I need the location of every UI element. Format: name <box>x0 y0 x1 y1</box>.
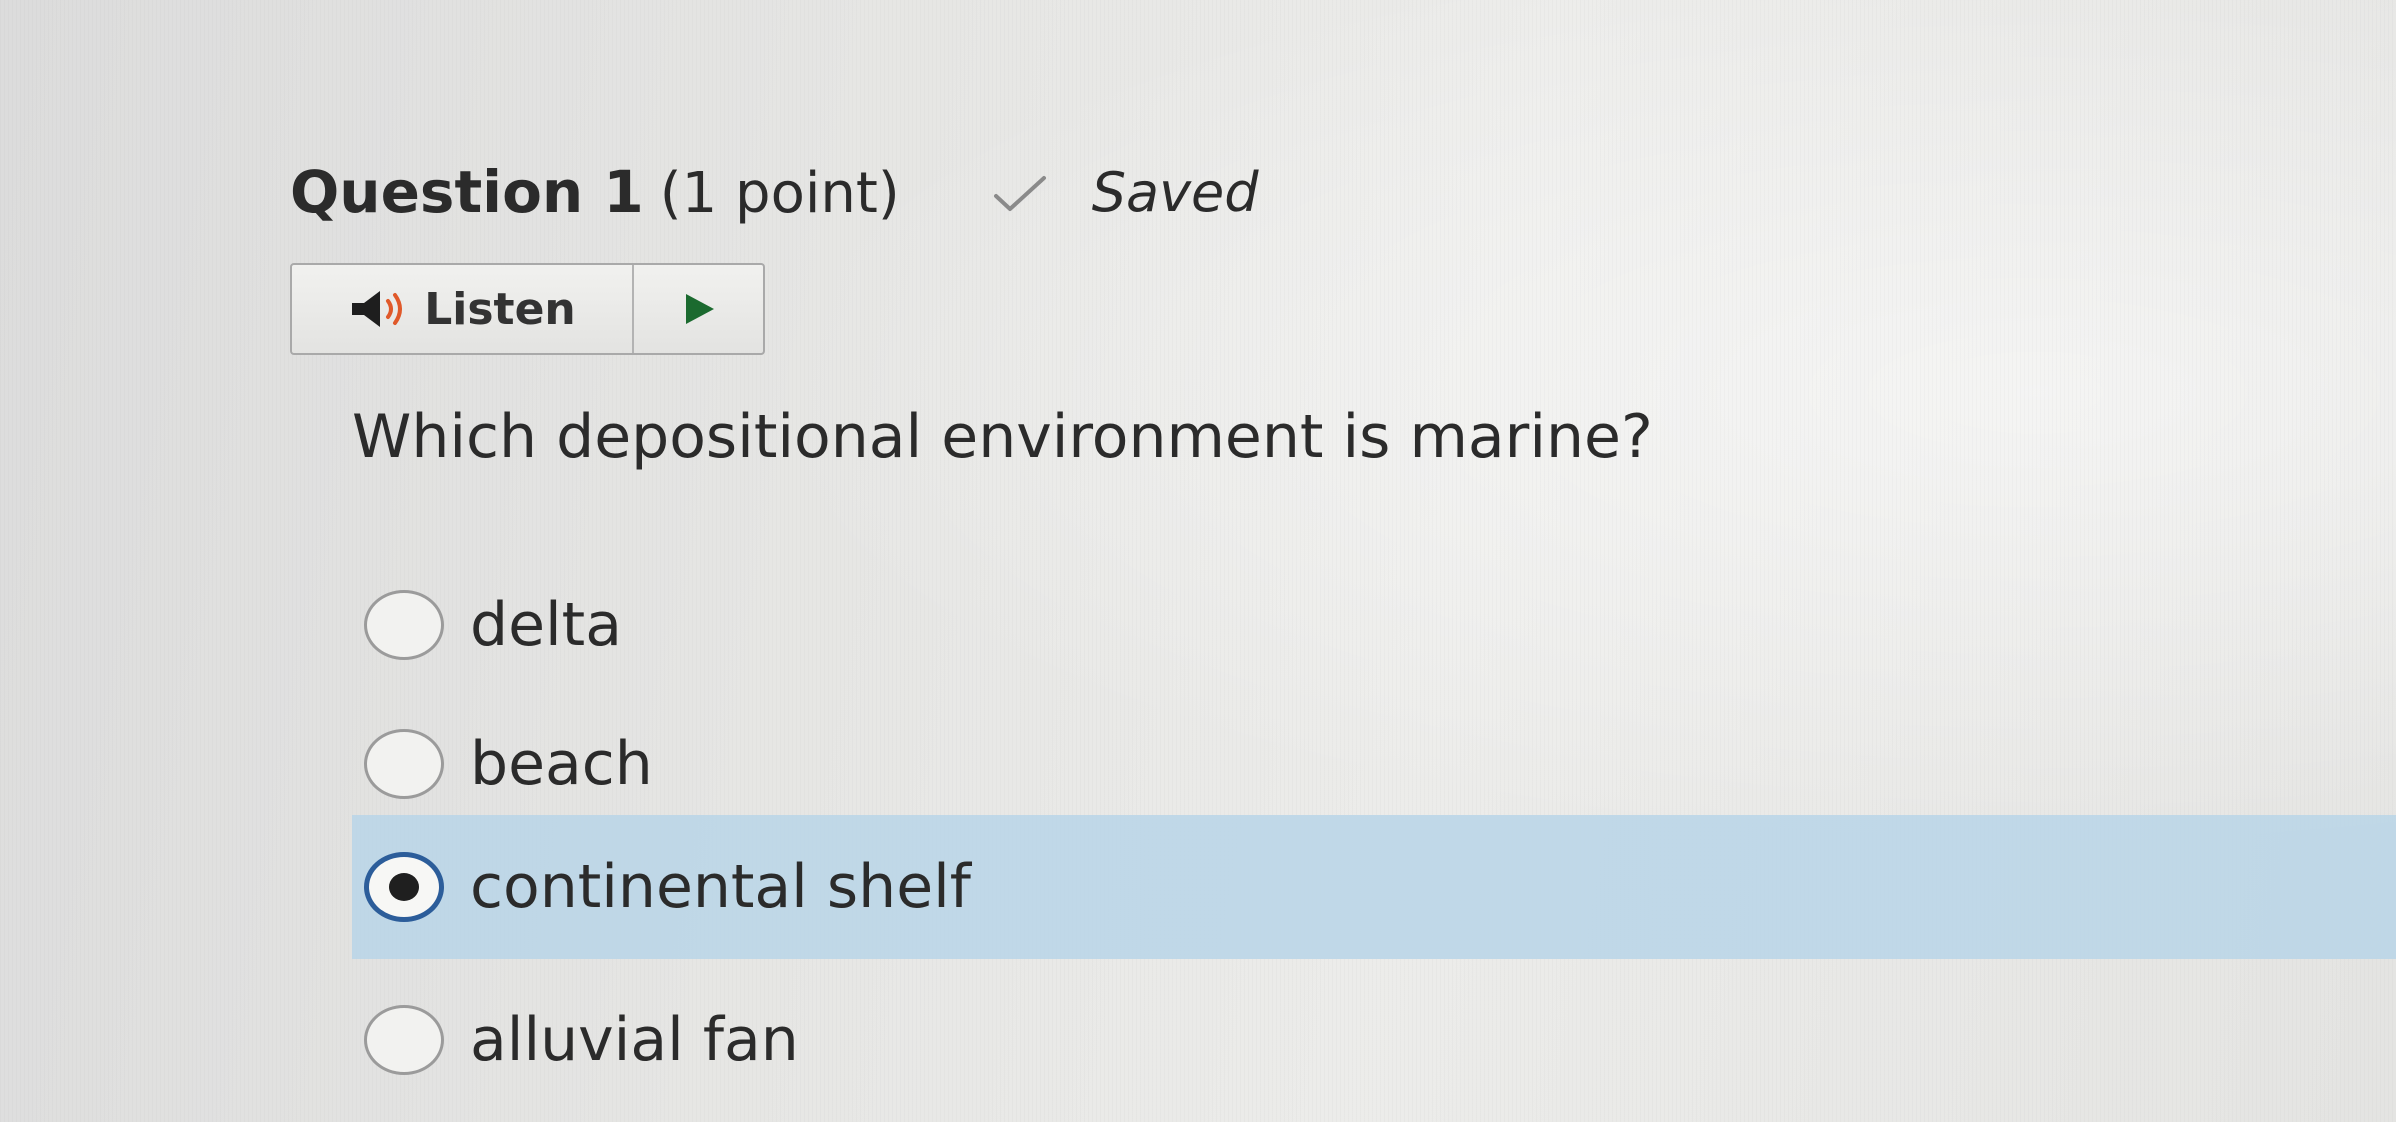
option-beach[interactable]: beach <box>352 694 653 834</box>
play-icon <box>685 294 714 324</box>
radio-button[interactable] <box>364 590 444 660</box>
play-button[interactable] <box>634 265 763 353</box>
option-label: alluvial fan <box>470 1005 799 1075</box>
option-label: delta <box>470 590 622 660</box>
saved-label: Saved <box>1091 160 1259 224</box>
option-continental-shelf[interactable]: continental shelf <box>352 815 2396 959</box>
listen-widget: Listen <box>290 263 765 355</box>
option-alluvial-fan[interactable]: alluvial fan <box>352 970 799 1110</box>
question-number: Question 1 <box>290 158 644 226</box>
radio-button[interactable] <box>364 729 444 799</box>
option-label: continental shelf <box>470 852 971 922</box>
radio-selected-dot <box>389 873 419 901</box>
checkmark-icon <box>993 176 1046 211</box>
listen-button[interactable]: Listen <box>292 265 634 353</box>
radio-button-selected[interactable] <box>364 852 444 922</box>
question-prompt: Which depositional environment is marine… <box>352 402 1653 472</box>
option-label: beach <box>470 729 653 799</box>
option-delta[interactable]: delta <box>352 555 622 695</box>
radio-button[interactable] <box>364 1005 444 1075</box>
question-header: Question 1 (1 point) Saved <box>290 158 1259 226</box>
saved-status: Saved <box>992 161 1259 224</box>
speaker-icon <box>352 291 403 327</box>
listen-label: Listen <box>424 283 576 335</box>
question-points: (1 point) <box>659 161 900 226</box>
